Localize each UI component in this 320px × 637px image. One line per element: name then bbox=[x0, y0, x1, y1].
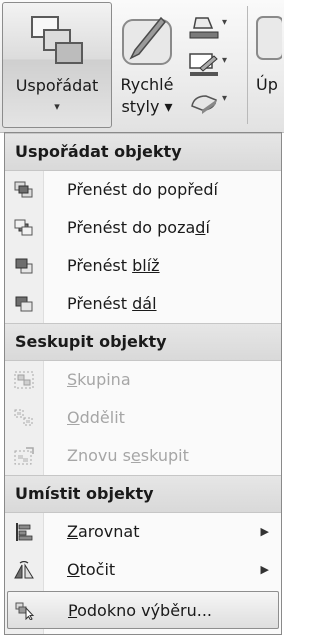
menu-item-label: Skupina bbox=[67, 370, 131, 389]
menu-item-label: Přenést dál bbox=[67, 294, 157, 313]
menu-item-bring-forward[interactable]: Přenést do popředí bbox=[5, 171, 281, 209]
arrange-button[interactable]: Uspořádat ▾ bbox=[2, 2, 112, 128]
menu-item-label: Přenést blíž bbox=[67, 256, 160, 275]
submenu-arrow-icon: ▶ bbox=[260, 563, 269, 576]
quick-styles-button[interactable]: Rychlé styly ▾ bbox=[114, 2, 180, 128]
section-header-position-objects: Umístit objekty bbox=[5, 475, 281, 513]
chevron-down-icon: ▾ bbox=[222, 17, 228, 28]
quick-styles-brush-icon bbox=[122, 16, 172, 65]
menu-item-label: Znovu seskupit bbox=[67, 446, 189, 465]
menu-item-label: Přenést do pozadí bbox=[67, 218, 210, 237]
quick-styles-label-1: Rychlé bbox=[120, 75, 174, 94]
shape-outline-button[interactable]: ▾ bbox=[186, 50, 238, 78]
menu-item-ungroup[interactable]: Oddělit bbox=[5, 399, 281, 437]
arrange-dropdown-menu: Uspořádat objekty Přenést do popředí Pře… bbox=[4, 132, 282, 635]
menu-item-send-backward[interactable]: Přenést do pozadí bbox=[5, 209, 281, 247]
quick-styles-label-2: styly ▾ bbox=[121, 97, 173, 116]
menu-item-bring-closer[interactable]: Přenést blíž bbox=[5, 247, 281, 285]
align-icon bbox=[16, 523, 33, 541]
menu-item-rotate[interactable]: Otočit ▶ bbox=[5, 551, 281, 589]
cut-off-ribbon-button[interactable]: Úp bbox=[254, 2, 284, 128]
ungroup-icon bbox=[14, 409, 33, 426]
menu-item-label: Otočit bbox=[67, 560, 116, 579]
shape-effects-icon bbox=[191, 95, 217, 114]
send-to-back-icon bbox=[14, 219, 33, 236]
section-header-group-objects: Seskupit objekty bbox=[5, 323, 281, 361]
shape-effects-button[interactable]: ▾ bbox=[186, 88, 238, 116]
menu-item-label: Přenést do popředí bbox=[67, 180, 218, 199]
menu-item-label: Podokno výběru... bbox=[68, 601, 213, 620]
menu-item-regroup[interactable]: Znovu seskupit bbox=[5, 437, 281, 475]
bring-forward-icon bbox=[15, 258, 33, 274]
chevron-down-icon: ▾ bbox=[222, 55, 228, 66]
arrange-label: Uspořádat bbox=[15, 76, 99, 95]
group-icon bbox=[14, 371, 34, 389]
text-box-icon bbox=[256, 16, 282, 60]
send-backward-icon bbox=[15, 296, 33, 312]
menu-item-label: Oddělit bbox=[67, 408, 125, 427]
submenu-arrow-icon: ▶ bbox=[260, 525, 269, 538]
rotate-icon bbox=[14, 561, 34, 579]
menu-item-align[interactable]: Zarovnat ▶ bbox=[5, 513, 281, 551]
section-header-arrange-objects: Uspořádat objekty bbox=[5, 133, 281, 171]
fill-bucket-icon bbox=[189, 17, 219, 39]
chevron-down-icon: ▾ bbox=[222, 93, 228, 104]
menu-item-selection-pane[interactable]: Podokno výběru... bbox=[7, 591, 279, 629]
selection-pane-icon bbox=[15, 602, 35, 620]
shape-outline-icon bbox=[189, 53, 218, 76]
arrange-icon bbox=[31, 16, 83, 64]
bring-to-front-icon bbox=[14, 181, 33, 198]
ribbon-separator bbox=[247, 6, 248, 124]
ribbon-drawing-group: Uspořádat ▾ Rychlé styly ▾ ▾ ▾ ▾ Úp bbox=[0, 0, 284, 133]
cut-off-label: Úp bbox=[256, 75, 278, 94]
menu-item-send-further[interactable]: Přenést dál bbox=[5, 285, 281, 323]
chevron-down-icon: ▾ bbox=[54, 100, 60, 113]
regroup-icon bbox=[14, 447, 34, 465]
shape-fill-button[interactable]: ▾ bbox=[186, 12, 238, 40]
menu-item-label: Zarovnat bbox=[67, 522, 140, 541]
menu-item-group[interactable]: Skupina bbox=[5, 361, 281, 399]
